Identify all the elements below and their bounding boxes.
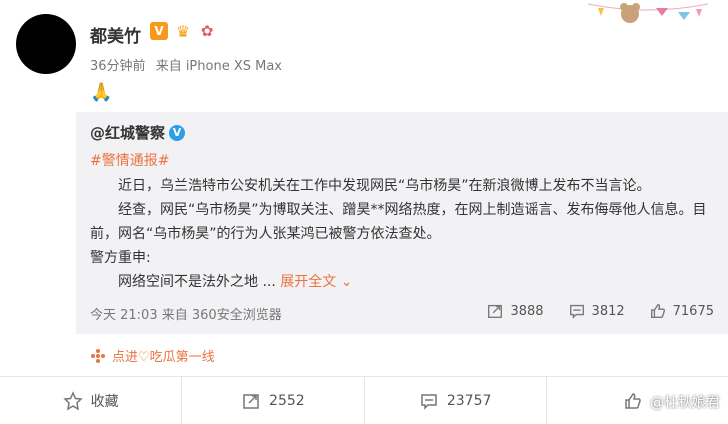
like-icon <box>650 304 665 318</box>
comment-icon <box>569 304 584 319</box>
repost-card[interactable]: @红城警察 V #警情通报# 近日，乌兰浩特市公安机关在工作中发现网民“乌市杨昊… <box>76 112 728 334</box>
watermark: @杜秋娘君 <box>650 395 720 411</box>
repost-paragraph-4: 网络空间不是法外之地 ... 展开全文 ⌄ <box>90 270 710 294</box>
repost-button[interactable]: 2552 <box>182 377 365 424</box>
repost-share-count: 3888 <box>510 303 544 319</box>
post-meta: 36分钟前 来自 iPhone XS Max <box>90 55 288 74</box>
share-icon <box>488 304 503 318</box>
repost-stats: 3888 3812 71675 <box>486 302 714 320</box>
repost-like-count: 71675 <box>672 303 714 319</box>
hashtag-link[interactable]: #警情通报# <box>90 150 169 170</box>
action-bar: 收藏 2552 23757 <box>0 377 728 424</box>
repost-comment-count: 3812 <box>591 303 625 319</box>
repost-like-stat[interactable]: 71675 <box>649 302 714 320</box>
promo-text[interactable]: 点进♡吃瓜第一线 <box>112 346 215 365</box>
comment-icon <box>421 393 437 410</box>
verified-blue-icon: V <box>169 124 186 141</box>
chevron-down-icon[interactable]: ⌄ <box>341 274 353 290</box>
repost-meta: 今天 21:03 来自 360安全浏览器 <box>90 304 282 323</box>
repost-count: 2552 <box>269 392 305 409</box>
avatar[interactable] <box>16 14 76 74</box>
card-decoration-icon <box>588 3 708 23</box>
post-time[interactable]: 36分钟前 <box>90 59 146 74</box>
post-source: 来自 iPhone XS Max <box>155 59 282 74</box>
repost-text: 近日，乌兰浩特市公安机关在工作中发现网民“乌市杨昊”在新浪微博上发布不当言论。 … <box>90 174 710 294</box>
promo-link[interactable]: 点进♡吃瓜第一线 <box>90 346 215 365</box>
repost-share-stat[interactable]: 3888 <box>486 302 544 320</box>
repost-paragraph-3: 警方重申: <box>90 250 151 266</box>
repost-username[interactable]: @红城警察 <box>90 122 165 143</box>
gift-icon[interactable]: ✿ <box>198 22 216 40</box>
repost-paragraph-1: 近日，乌兰浩特市公安机关在工作中发现网民“乌市杨昊”在新浪微博上发布不当言论。 <box>118 178 651 194</box>
post-body: 🙏 <box>90 82 113 103</box>
favorite-label: 收藏 <box>90 393 119 410</box>
repost-source: 来自 360安全浏览器 <box>161 308 282 323</box>
user-badges: V ♛ ✿ <box>150 22 216 41</box>
expand-link[interactable]: 展开全文 <box>280 274 336 290</box>
repost-time[interactable]: 今天 21:03 <box>90 308 158 323</box>
favorite-button[interactable]: 收藏 <box>0 377 183 424</box>
repost-paragraph-2: 经查，网民“乌市杨昊”为博取关注、蹭昊**网络热度，在网上制造谣言、发布侮辱他人… <box>90 202 707 242</box>
repost-comment-stat[interactable]: 3812 <box>568 302 625 320</box>
verified-gold-icon[interactable]: V <box>150 22 168 40</box>
comment-count: 23757 <box>446 392 492 409</box>
star-icon <box>62 390 83 410</box>
crown-icon[interactable]: ♛ <box>172 22 194 41</box>
comment-button[interactable]: 23757 <box>365 377 547 424</box>
like-icon <box>625 392 642 409</box>
repost-paragraph-4-text: 网络空间不是法外之地 ... <box>118 274 276 290</box>
share-icon <box>243 393 259 409</box>
username[interactable]: 都美竹 <box>90 22 141 47</box>
repost-author[interactable]: @红城警察 V <box>90 122 186 143</box>
flower-icon <box>91 348 105 363</box>
